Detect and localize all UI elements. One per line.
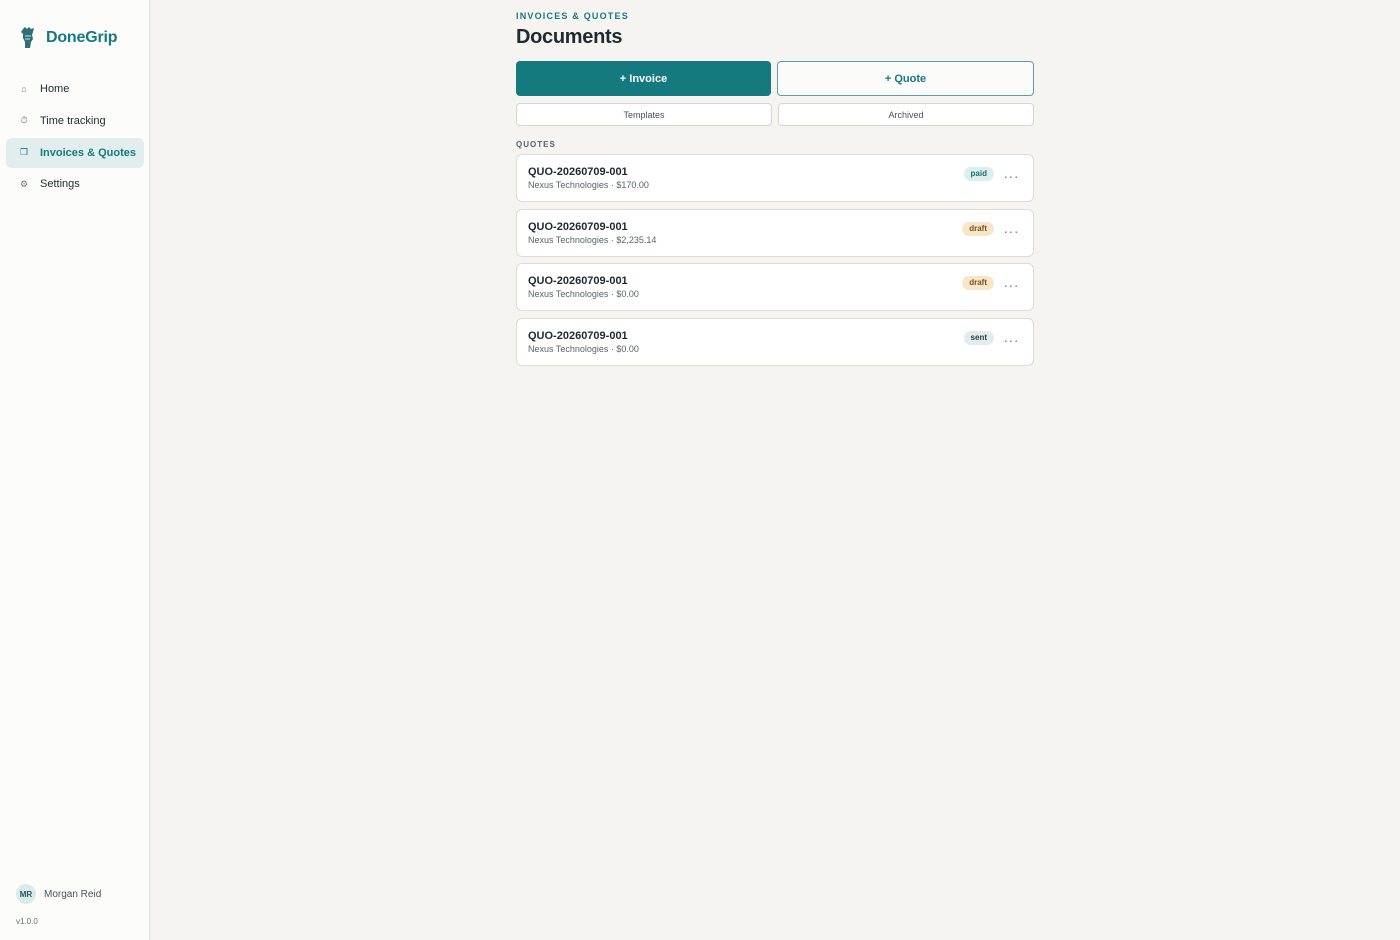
sidebar-item-label: Time tracking [40,114,106,127]
sidebar-item-label: Home [40,83,70,95]
quote-client-amount: Nexus Technologies · $2,235.14 [528,234,657,245]
more-options-icon[interactable]: ··· [1004,224,1020,238]
page-eyebrow: INVOICES & QUOTES [516,11,629,21]
archived-button[interactable]: Archived [778,103,1034,126]
create-actions: + Invoice + Quote [516,61,1034,96]
brand[interactable]: DoneGrip [18,26,117,50]
clock-icon: ⏱ [20,115,28,126]
more-options-icon[interactable]: ··· [1004,169,1020,183]
user-profile[interactable]: MR Morgan Reid [16,884,101,904]
templates-button[interactable]: Templates [516,103,772,126]
quote-number: QUO-20260709-001 [528,275,628,287]
list-item[interactable]: QUO-20260709-001 Nexus Technologies · $1… [516,154,1034,202]
new-quote-button[interactable]: + Quote [777,61,1034,96]
sidebar: DoneGrip ⌂ Home ⏱ Time tracking ❐ Invoic… [0,0,150,940]
brand-name: DoneGrip [46,29,118,46]
avatar: MR [16,884,36,904]
list-item[interactable]: QUO-20260709-001 Nexus Technologies · $2… [516,208,1034,257]
gear-icon: ⚙ [19,178,29,189]
documents-icon: ❐ [19,147,29,158]
list-item[interactable]: QUO-20260709-001 Nexus Technologies · $0… [516,263,1034,311]
quote-number: QUO-20260709-001 [528,220,628,233]
sidebar-item-label: Settings [40,178,80,191]
quote-client-amount: Nexus Technologies · $0.00 [528,343,639,354]
quote-number: QUO-20260709-001 [528,329,628,342]
logo-icon [21,27,34,48]
sidebar-item-invoices-quotes[interactable]: ❐ Invoices & Quotes [6,137,144,168]
sidebar-item-time-tracking[interactable]: ⏱ Time tracking [6,106,144,136]
list-item[interactable]: QUO-20260709-001 Nexus Technologies · $0… [516,317,1034,366]
sidebar-item-settings[interactable]: ⚙ Settings [6,169,144,199]
secondary-actions: Templates Archived [516,103,1034,126]
status-badge: sent [963,330,994,345]
status-badge: draft [962,221,994,236]
quotes-list: QUO-20260709-001 Nexus Technologies · $1… [516,154,1034,372]
sidebar-nav: ⌂ Home ⏱ Time tracking ❐ Invoices & Quot… [6,74,144,201]
page-title: Documents [516,26,623,48]
sidebar-item-home[interactable]: ⌂ Home [6,74,144,104]
quote-client-amount: Nexus Technologies · $170.00 [528,180,649,190]
home-icon: ⌂ [21,84,27,94]
more-options-icon[interactable]: ··· [1004,278,1020,292]
more-options-icon[interactable]: ··· [1004,333,1020,347]
sidebar-item-label: Invoices & Quotes [40,146,136,159]
user-name: Morgan Reid [44,888,102,900]
quotes-section-label: QUOTES [516,140,556,149]
status-badge: draft [962,276,994,290]
quote-client-amount: Nexus Technologies · $0.00 [528,289,639,299]
app-version: v1.0.0 [16,917,38,926]
new-invoice-button[interactable]: + Invoice [516,61,771,96]
status-badge: paid [963,167,994,181]
quote-number: QUO-20260709-001 [528,166,628,178]
